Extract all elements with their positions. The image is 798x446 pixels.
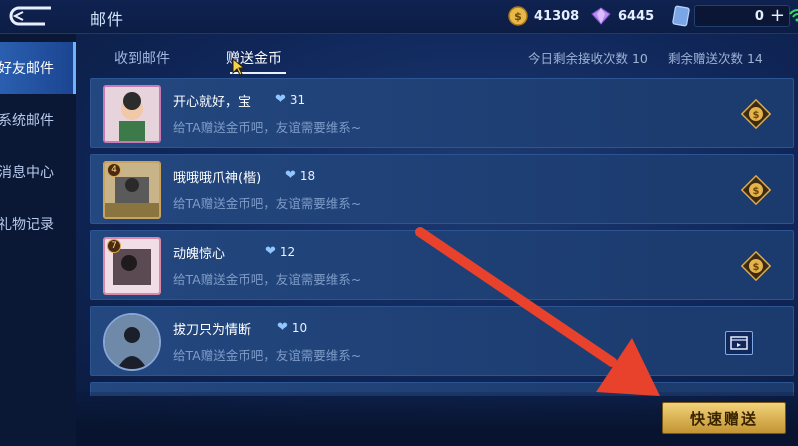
sidebar-item-label: 礼物记录: [0, 217, 54, 233]
list-item: 开心就好，宝 ❤ 31 给TA赠送金币吧，友谊需要维系~ $: [90, 78, 794, 148]
heart-icon: ❤: [285, 168, 296, 183]
intimacy-number: 12: [279, 244, 296, 259]
ticket-box: 0 +: [694, 5, 790, 27]
intimacy-number: 31: [289, 92, 306, 107]
friend-name: 开心就好，宝: [173, 95, 252, 110]
intimacy-number: 18: [299, 168, 316, 183]
friend-name: 动魄惊心: [173, 247, 226, 262]
tab-received-mail[interactable]: 收到邮件: [114, 48, 170, 68]
gold-amount: 41308: [534, 8, 580, 24]
receive-count-left: 今日剩余接收次数 10: [528, 51, 648, 66]
ticket-icon: [672, 5, 690, 27]
send-count-left: 剩余赠送次数 14: [668, 51, 763, 66]
intimacy-value: ❤ 18: [285, 168, 315, 183]
svg-text:$: $: [514, 10, 522, 23]
svg-text:$: $: [753, 186, 760, 197]
svg-text:$: $: [753, 110, 760, 121]
intimacy-number: 10: [291, 320, 308, 335]
intimacy-value: ❤ 31: [275, 92, 305, 107]
sidebar-item-label: 好友邮件: [0, 61, 54, 77]
send-gold-button[interactable]: $: [741, 175, 771, 205]
sidebar-item-gift-records[interactable]: 礼物记录: [0, 198, 76, 250]
heart-icon: ❤: [275, 92, 286, 107]
wifi-icon: [789, 9, 798, 22]
friend-desc: 给TA赠送金币吧，友谊需要维系~: [173, 120, 362, 135]
avatar[interactable]: [103, 313, 161, 371]
friend-name: 拔刀只为情断: [173, 323, 252, 338]
friend-desc: 给TA赠送金币吧，友谊需要维系~: [173, 348, 362, 363]
quick-send-button[interactable]: 快速赠送: [662, 402, 786, 434]
share-button[interactable]: [725, 331, 753, 355]
back-button[interactable]: [0, 0, 58, 32]
gem-amount: 6445: [618, 8, 655, 24]
heart-icon: ❤: [265, 244, 276, 259]
ticket-counter: 0 +: [672, 4, 790, 28]
sidebar-item-label: 系统邮件: [0, 113, 54, 129]
avatar-image: [105, 315, 159, 369]
intimacy-value: ❤ 12: [265, 244, 295, 259]
svg-text:$: $: [753, 262, 760, 273]
avatar[interactable]: 7: [103, 237, 161, 295]
send-gold-button[interactable]: $: [741, 99, 771, 129]
heart-icon: ❤: [277, 320, 288, 335]
friend-name: 哦哦哦爪神(楷): [173, 171, 262, 186]
send-gold-button[interactable]: $: [741, 251, 771, 281]
list-item: 拔刀只为情断 ❤ 10 给TA赠送金币吧，友谊需要维系~: [90, 306, 794, 376]
intimacy-value: ❤ 10: [277, 320, 307, 335]
top-bar: 邮件 $ 41308 6445 0 +: [0, 0, 798, 34]
sidebar-item-friend-mail[interactable]: 好友邮件: [0, 42, 76, 94]
add-ticket-button[interactable]: +: [770, 7, 785, 25]
back-arrow-icon: [9, 6, 51, 26]
play-window-icon: [730, 336, 748, 350]
page-title: 邮件: [90, 10, 125, 29]
sidebar-item-system-mail[interactable]: 系统邮件: [0, 94, 76, 146]
level-badge: 4: [107, 163, 121, 177]
friend-list: 开心就好，宝 ❤ 31 给TA赠送金币吧，友谊需要维系~ $ 4 哦哦哦爪神(楷…: [84, 78, 798, 396]
level-badge: 7: [107, 239, 121, 253]
avatar-image: [105, 87, 159, 141]
sidebar: 好友邮件 系统邮件 消息中心 礼物记录: [0, 34, 76, 446]
ticket-amount: 0: [754, 8, 764, 24]
diamond-icon: [591, 7, 611, 25]
mouse-cursor-icon: [232, 58, 246, 76]
sidebar-item-message-center[interactable]: 消息中心: [0, 146, 76, 198]
sidebar-item-label: 消息中心: [0, 165, 54, 181]
list-item: 4 哦哦哦爪神(楷) ❤ 18 给TA赠送金币吧，友谊需要维系~ $: [90, 154, 794, 224]
friend-desc: 给TA赠送金币吧，友谊需要维系~: [173, 272, 362, 287]
avatar[interactable]: [103, 85, 161, 143]
gem-counter: 6445: [590, 4, 654, 28]
avatar[interactable]: 4: [103, 161, 161, 219]
friend-desc: 给TA赠送金币吧，友谊需要维系~: [173, 196, 362, 211]
list-item: 7 动魄惊心 ❤ 12 给TA赠送金币吧，友谊需要维系~ $: [90, 230, 794, 300]
gold-coin-icon: $: [508, 6, 528, 26]
gold-counter: $ 41308: [508, 4, 579, 28]
